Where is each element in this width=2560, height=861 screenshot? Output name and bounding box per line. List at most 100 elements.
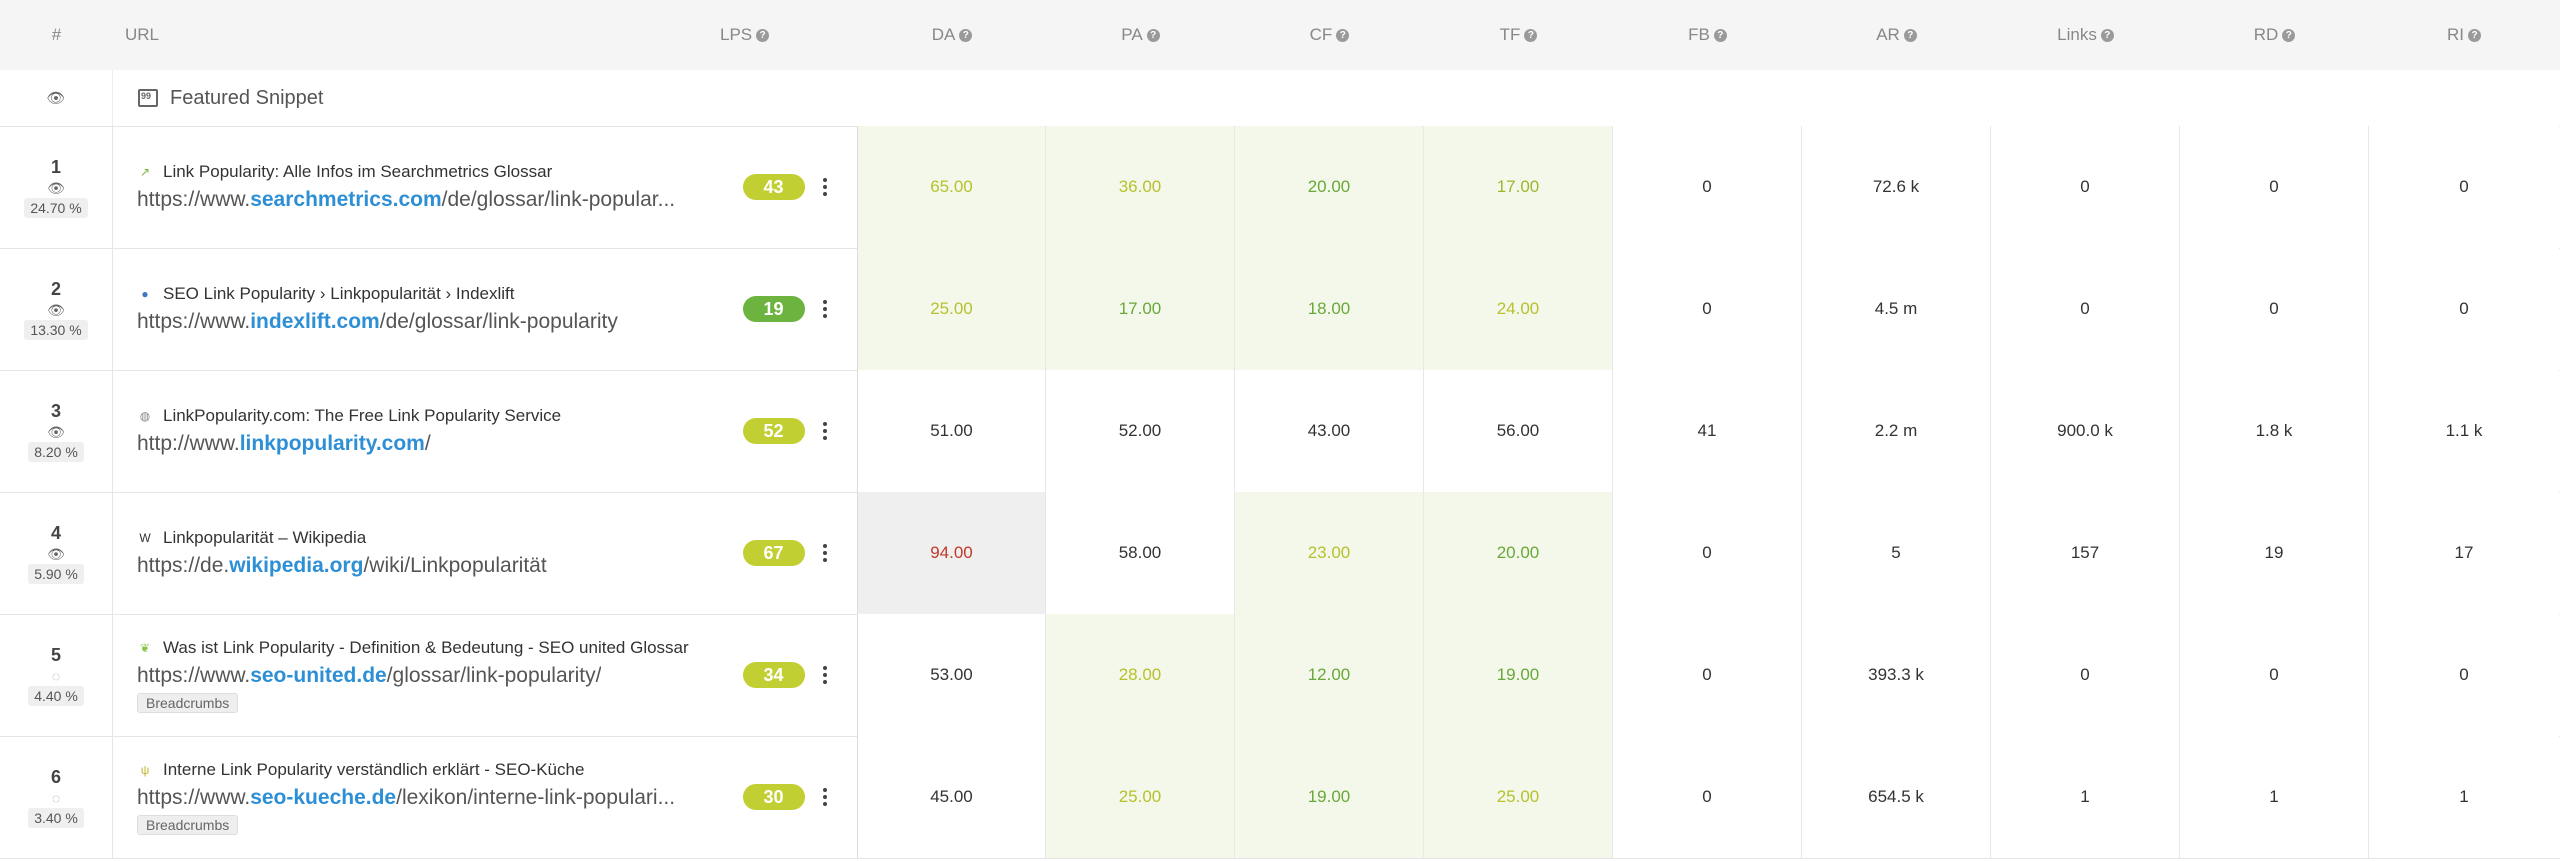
metric-value: 51.00 (930, 421, 973, 440)
col-header-rd[interactable]: RD? (2180, 0, 2369, 70)
more-options-icon[interactable] (823, 544, 827, 562)
col-header-da[interactable]: DA? (858, 0, 1046, 70)
result-title[interactable]: ↗ Link Popularity: Alle Infos im Searchme… (137, 162, 552, 182)
url-prefix: https://de. (137, 554, 230, 577)
help-icon[interactable]: ? (2468, 28, 2481, 42)
metric-value: 393.3 k (1868, 665, 1924, 684)
metric-ar-cell: 2.2 m (1802, 370, 1991, 492)
eye-slash-icon[interactable]: ◌ (52, 669, 60, 683)
lps-score-badge: 34 (742, 662, 805, 688)
table-row[interactable]: 3 👁 8.20 % ◍ LinkPopularity.com: The Free Li… (0, 370, 2560, 493)
featured-visibility[interactable]: 👁 (0, 70, 113, 126)
metric-cf-cell: 19.00 (1235, 736, 1424, 858)
col-header-tf[interactable]: TF? (1424, 0, 1613, 70)
metric-tf-cell: 17.00 (1424, 126, 1613, 248)
result-title[interactable]: ❦ Was ist Link Popularity - Definition & … (137, 638, 689, 658)
result-title-text: Interne Link Popularity verständlich erk… (163, 759, 585, 779)
result-url-link[interactable]: https://www.seo-united.de/glossar/link-p… (137, 664, 601, 688)
help-icon[interactable]: ? (1903, 28, 1917, 42)
table-row[interactable]: 4 👁 5.90 % W Linkpopularität – Wikipedia http… (0, 492, 2560, 615)
result-url-link[interactable]: http://www.linkpopularity.com/ (137, 432, 431, 456)
metric-rd-cell: 1.8 k (2180, 370, 2369, 492)
help-icon[interactable]: ? (2282, 28, 2296, 42)
col-header-url[interactable]: URL (113, 0, 720, 70)
result-url-link[interactable]: https://www.searchmetrics.com/de/glossar… (137, 188, 675, 212)
result-title[interactable]: ● SEO Link Popularity › Linkpopularität ›… (137, 284, 514, 304)
more-options-icon[interactable] (823, 788, 827, 806)
result-url-link[interactable]: https://de.wikipedia.org/wiki/Linkpopula… (137, 554, 547, 578)
metric-rd-cell: 0 (2180, 248, 2369, 370)
metric-ri-cell: 0 (2369, 248, 2559, 370)
metric-da-cell: 53.00 (858, 614, 1046, 736)
metric-value: 17.00 (1496, 177, 1540, 196)
col-header-ri[interactable]: RI? (2369, 0, 2559, 70)
eye-icon[interactable]: 👁 (47, 181, 65, 195)
eye-icon[interactable]: 👁 (47, 547, 65, 561)
eye-slash-icon[interactable]: ◌ (52, 791, 60, 805)
col-header-lps[interactable]: LPS? (720, 0, 858, 70)
col-header-num-label: # (51, 25, 62, 44)
col-header-pa[interactable]: PA? (1046, 0, 1235, 70)
eye-icon[interactable]: 👁 (46, 89, 65, 107)
metric-value: 0 (2080, 299, 2090, 318)
help-icon[interactable]: ? (1146, 28, 1160, 42)
col-header-links[interactable]: Links? (1991, 0, 2180, 70)
metric-value: 12.00 (1307, 665, 1351, 684)
more-options-icon[interactable] (823, 178, 827, 196)
table-row[interactable]: 2 👁 13.30 % ● SEO Link Popularity › Linkpopu… (0, 248, 2560, 371)
table-row[interactable]: 1 👁 24.70 % ↗ Link Popularity: Alle Infos im… (0, 126, 2560, 249)
metric-ri-cell: 0 (2369, 614, 2559, 736)
col-header-cf[interactable]: CF? (1235, 0, 1424, 70)
breadcrumbs-badge: Breadcrumbs (137, 814, 239, 835)
url-path: /de/glossar/link-popularity (379, 310, 618, 333)
url-prefix: https://www. (137, 310, 251, 333)
metric-value: 0 (1702, 543, 1712, 562)
metric-fb-cell: 0 (1613, 126, 1802, 248)
help-icon[interactable]: ? (1524, 28, 1538, 42)
col-header-ar[interactable]: AR? (1802, 0, 1991, 70)
result-title[interactable]: ψ Interne Link Popularity verständlich er… (137, 759, 585, 780)
table-row[interactable]: 5 ◌ 4.40 % ❦ Was ist Link Popularity - Defin… (0, 614, 2560, 737)
col-header-url-label: URL (125, 25, 160, 44)
col-header-label: TF (1499, 25, 1521, 44)
more-options-icon[interactable] (823, 300, 827, 318)
metric-value: 25.00 (930, 299, 973, 318)
metric-value: 17 (2454, 543, 2474, 562)
col-header-num[interactable]: # (0, 0, 113, 70)
result-url-link[interactable]: https://www.indexlift.com/de/glossar/lin… (137, 310, 618, 334)
url-cell: ◍ LinkPopularity.com: The Free Link Popul… (113, 370, 720, 492)
help-icon[interactable]: ? (756, 28, 770, 42)
featured-snippet-row: 👁 Featured Snippet (0, 70, 2560, 127)
metric-ri-cell: 1.1 k (2369, 370, 2559, 492)
metric-value: 0 (2080, 177, 2090, 196)
metric-pa-cell: 36.00 (1046, 126, 1235, 248)
url-domain: linkpopularity.com (239, 432, 425, 455)
metric-value: 17.00 (1118, 299, 1162, 318)
metric-value: 25.00 (1496, 787, 1540, 806)
metric-value: 45.00 (930, 787, 973, 806)
help-icon[interactable]: ? (1336, 28, 1350, 42)
metric-links-cell: 1 (1991, 736, 2180, 858)
url-prefix: https://www. (137, 785, 251, 809)
metric-links-cell: 0 (1991, 614, 2180, 736)
more-options-icon[interactable] (823, 666, 827, 684)
help-icon[interactable]: ? (1713, 28, 1727, 42)
breadcrumbs-badge: Breadcrumbs (137, 692, 239, 713)
metric-value: 157 (2070, 543, 2100, 562)
result-title[interactable]: ◍ LinkPopularity.com: The Free Link Popul… (137, 406, 561, 426)
metric-value: 1 (2269, 787, 2279, 806)
metric-da-cell: 45.00 (858, 736, 1046, 858)
col-header-fb[interactable]: FB? (1613, 0, 1802, 70)
help-icon[interactable]: ? (2100, 28, 2114, 42)
help-icon[interactable]: ? (959, 28, 973, 42)
more-options-icon[interactable] (823, 422, 827, 440)
url-domain: wikipedia.org (229, 554, 364, 577)
eye-icon[interactable]: 👁 (47, 303, 65, 317)
table-row[interactable]: 6 ◌ 3.40 % ψ Interne Link Popularity verstän… (0, 736, 2560, 859)
metric-value: 0 (2269, 177, 2279, 196)
eye-icon[interactable]: 👁 (47, 425, 65, 439)
col-header-label: DA (931, 25, 956, 44)
result-url-link[interactable]: https://www.seo-kueche.de/lexikon/intern… (137, 786, 675, 810)
result-title[interactable]: W Linkpopularität – Wikipedia (137, 528, 366, 548)
rank-number: 5 (50, 644, 61, 665)
